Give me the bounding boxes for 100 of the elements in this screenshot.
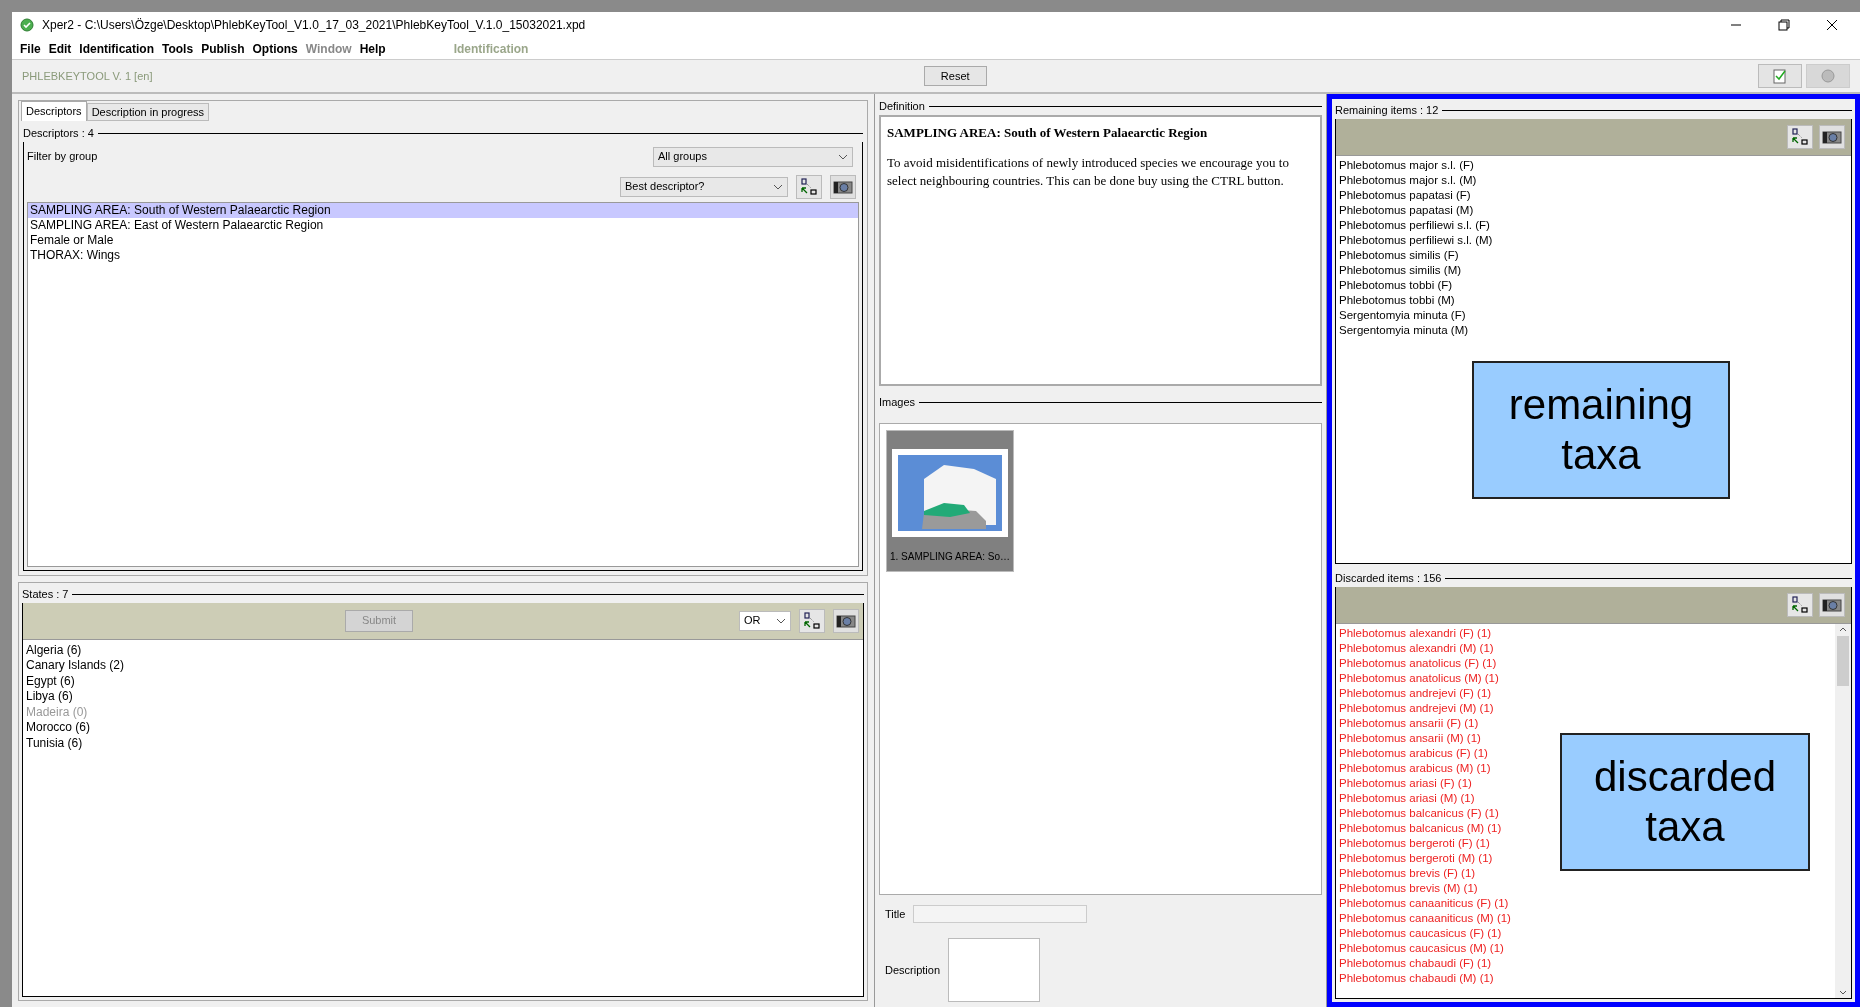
sort-icon xyxy=(803,611,821,630)
taxon-item[interactable]: Phlebotomus papatasi (F) xyxy=(1339,187,1471,203)
state-item[interactable]: Egypt (6) xyxy=(26,673,860,689)
scrollbar-thumb[interactable] xyxy=(1837,635,1849,686)
taxon-item[interactable]: Phlebotomus arabicus (F) (1) xyxy=(1339,745,1488,761)
sort-icon xyxy=(1791,595,1809,614)
sort-icon xyxy=(1791,127,1809,146)
taxon-item[interactable]: Phlebotomus andrejevi (M) (1) xyxy=(1339,700,1494,716)
reset-button[interactable]: Reset xyxy=(923,66,987,86)
taxon-item[interactable]: Phlebotomus similis (M) xyxy=(1339,262,1462,278)
title-label: Title xyxy=(885,906,906,922)
tab[interactable]: Descriptors xyxy=(21,101,87,121)
chevron-icon xyxy=(773,183,783,190)
taxon-item[interactable]: Phlebotomus brevis (M) (1) xyxy=(1339,880,1478,896)
chevron-icon xyxy=(838,153,848,160)
taxon-item[interactable]: Phlebotomus arabicus (M) (1) xyxy=(1339,760,1491,776)
definition-text: To avoid misidentifications of newly introduced species we encourage you to select neighbouring countries. This can be done buy using the CTRL button. xyxy=(887,154,1290,190)
description-field[interactable] xyxy=(948,938,1041,1002)
taxon-item[interactable]: Phlebotomus bergeroti (F) (1) xyxy=(1339,835,1490,851)
taxon-item[interactable]: Phlebotomus anatolicus (M) (1) xyxy=(1339,670,1499,686)
taxon-item[interactable]: Phlebotomus tobbi (F) xyxy=(1339,277,1453,293)
taxon-item[interactable]: Phlebotomus ansarii (M) (1) xyxy=(1339,730,1481,746)
help-icon xyxy=(1821,69,1835,83)
title-field[interactable] xyxy=(913,905,1088,923)
sort-az-button[interactable] xyxy=(799,608,825,633)
state-item[interactable]: Morocco (6) xyxy=(26,720,860,736)
operator-dropdown[interactable]: OR xyxy=(739,610,791,631)
camera-button[interactable] xyxy=(830,174,856,199)
camera-button[interactable] xyxy=(1819,592,1845,617)
annotation-label: discarded taxa xyxy=(1560,732,1810,871)
taxon-item[interactable]: Phlebotomus chabaudi (M) (1) xyxy=(1339,970,1494,986)
state-item[interactable]: Libya (6) xyxy=(26,689,860,705)
taxon-item[interactable]: Phlebotomus similis (F) xyxy=(1339,247,1459,263)
taxon-item[interactable]: Phlebotomus bergeroti (M) (1) xyxy=(1339,850,1493,866)
chevron-icon xyxy=(776,617,786,624)
descriptor-item[interactable]: SAMPLING AREA: South of Western Palaearctic Region xyxy=(28,202,858,218)
taxon-item[interactable]: Phlebotomus canaaniticus (M) (1) xyxy=(1339,910,1511,926)
section-legend: Descriptors : 4 xyxy=(23,125,94,142)
taxon-item[interactable]: Phlebotomus alexandri (F) (1) xyxy=(1339,625,1492,641)
section-legend: States : 7 xyxy=(22,586,69,603)
taxon-item[interactable]: Phlebotomus ariasi (F) (1) xyxy=(1339,775,1472,791)
taxon-item[interactable]: Phlebotomus caucasicus (F) (1) xyxy=(1339,925,1502,941)
descriptor-item[interactable]: THORAX: Wings xyxy=(28,247,858,263)
camera-button[interactable] xyxy=(833,608,859,633)
group-dropdown[interactable]: All groups xyxy=(653,146,853,167)
taxon-item[interactable]: Phlebotomus ansarii (F) (1) xyxy=(1339,715,1479,731)
menu-item[interactable]: Tools xyxy=(162,39,194,58)
section-legend: Discarded items : 156 xyxy=(1335,570,1442,587)
annotation-label: remaining taxa xyxy=(1472,360,1730,499)
taxon-item[interactable]: Phlebotomus ariasi (M) (1) xyxy=(1339,790,1475,806)
menu-item[interactable]: Options xyxy=(252,39,298,58)
app-icon xyxy=(20,18,34,32)
taxon-item[interactable]: Phlebotomus perfiliewi s.l. (M) xyxy=(1339,232,1493,248)
taxon-item[interactable]: Phlebotomus canaaniticus (F) (1) xyxy=(1339,895,1509,911)
image-thumbnail[interactable]: 1. SAMPLING AREA: So… xyxy=(886,429,1014,572)
camera-icon xyxy=(836,613,856,628)
taxon-item[interactable]: Phlebotomus caucasicus (M) (1) xyxy=(1339,940,1504,956)
descriptor-item[interactable]: Female or Male xyxy=(28,232,858,248)
scrollbar[interactable] xyxy=(1835,623,1851,998)
image-caption: 1. SAMPLING AREA: So… xyxy=(889,549,1010,564)
taxon-item[interactable]: Sergentomyia minuta (F) xyxy=(1339,307,1466,323)
sort-dropdown[interactable]: Best descriptor? xyxy=(620,176,788,197)
sort-icon xyxy=(800,177,818,196)
taxon-item[interactable]: Phlebotomus tobbi (M) xyxy=(1339,292,1455,308)
menu-item[interactable]: Publish xyxy=(201,39,245,58)
sort-az-button[interactable] xyxy=(796,174,822,199)
taxon-item[interactable]: Phlebotomus papatasi (M) xyxy=(1339,202,1474,218)
menu-item[interactable]: Identification xyxy=(79,39,154,58)
taxon-item[interactable]: Phlebotomus andrejevi (F) (1) xyxy=(1339,685,1492,701)
menu-item[interactable]: Help xyxy=(359,39,386,58)
taxon-item[interactable]: Phlebotomus balcanicus (F) (1) xyxy=(1339,805,1499,821)
taxon-item[interactable]: Sergentomyia minuta (M) xyxy=(1339,322,1469,338)
taxon-item[interactable]: Phlebotomus alexandri (M) (1) xyxy=(1339,640,1494,656)
section-legend: Images xyxy=(879,394,916,411)
tab[interactable]: Description in progress xyxy=(86,103,210,121)
camera-button[interactable] xyxy=(1819,124,1845,149)
taxon-item[interactable]: Phlebotomus balcanicus (M) (1) xyxy=(1339,820,1502,836)
taxon-item[interactable]: Phlebotomus chabaudi (F) (1) xyxy=(1339,955,1492,971)
state-item[interactable]: Canary Islands (2) xyxy=(26,658,860,674)
taxon-item[interactable]: Phlebotomus brevis (F) (1) xyxy=(1339,865,1476,881)
filter-label: Filter by group xyxy=(27,149,98,165)
state-item[interactable]: Algeria (6) xyxy=(26,642,860,658)
checklist-button[interactable] xyxy=(1758,64,1802,88)
mode-label: Identification xyxy=(453,40,529,58)
descriptor-item[interactable]: SAMPLING AREA: East of Western Palaearctic Region xyxy=(28,217,858,233)
menu-item[interactable]: File xyxy=(20,39,41,58)
taxon-item[interactable]: Phlebotomus perfiliewi s.l. (F) xyxy=(1339,217,1490,233)
project-label: PHLEBKEYTOOL V. 1 [en] xyxy=(22,68,153,84)
taxon-item[interactable]: Phlebotomus major s.l. (M) xyxy=(1339,172,1477,188)
sort-az-button[interactable] xyxy=(1787,124,1813,149)
taxon-item[interactable]: Phlebotomus anatolicus (F) (1) xyxy=(1339,655,1497,671)
taxon-item[interactable]: Phlebotomus major s.l. (F) xyxy=(1339,157,1474,173)
checklist-icon xyxy=(1773,68,1787,84)
state-item[interactable]: Tunisia (6) xyxy=(26,735,860,751)
section-legend: Definition xyxy=(879,98,925,115)
camera-icon xyxy=(1822,597,1842,612)
section-legend: Remaining items : 12 xyxy=(1335,102,1439,119)
sort-az-button[interactable] xyxy=(1787,592,1813,617)
menu-item[interactable]: Edit xyxy=(48,39,72,58)
camera-icon xyxy=(833,179,853,194)
